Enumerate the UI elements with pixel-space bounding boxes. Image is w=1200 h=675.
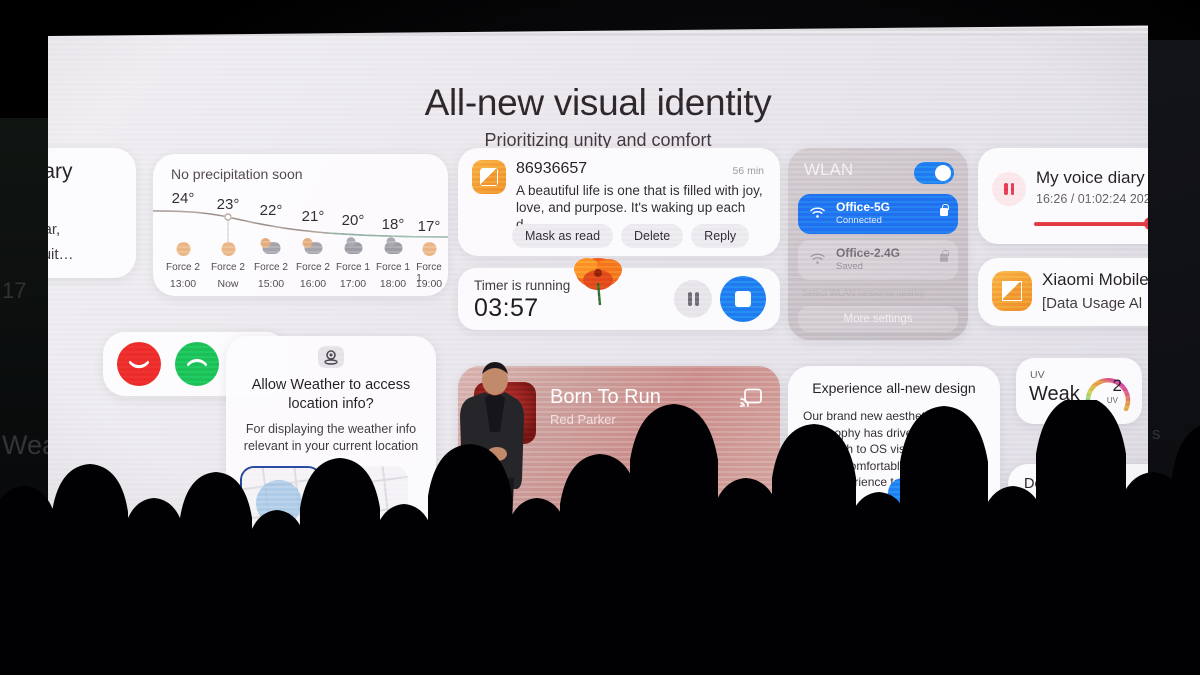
wind-force: Force 2 [211,262,245,273]
wlan-network-name: Office-5G [836,200,891,214]
forecast-time: 19:00 [415,278,443,290]
more-settings-label: More settings [843,313,913,325]
accept-handset-glyph [186,358,208,367]
xiaomi-mobile-title: Xiaomi Mobile [1042,270,1148,289]
wlan-title: WLAN [804,160,854,179]
weather-icon-sun [421,242,438,256]
temperature-curve [153,210,448,244]
weather-icon-cloud [344,242,363,255]
diary-line-3: feel quit… [48,246,74,263]
delete-button[interactable]: Delete [621,224,684,248]
message-timestamp: 56 min [732,165,764,177]
wlan-hint: Select WLAN networks nearby [802,288,925,298]
lock-icon [940,254,948,262]
uv-label: UV [1030,369,1045,381]
weather-icon-partly-cloudy [262,242,281,255]
phone-accept-icon[interactable] [175,342,219,386]
wind-force: Force 2 [254,262,288,273]
timer-status-label: Timer is running [474,278,571,293]
left-ghost-number: 17 [2,278,27,303]
forecast-time: Now [217,278,239,290]
wifi-icon [810,253,825,264]
voice-diary-card[interactable]: My voice diary 16:26 / 01:02:24 202 [978,148,1148,244]
wind-force-row: Force 2 Force 2 Force 2 Force 2 Force 1 Force… [153,262,448,284]
pin-glyph [324,350,338,365]
weather-icon-sun [175,242,192,256]
wlan-network-office-5g[interactable]: Office-5G Connected [798,194,958,234]
wlan-toggle[interactable] [914,162,954,184]
audience-silhouettes [0,400,1200,675]
more-settings-button[interactable]: More settings [798,306,958,332]
weather-icon-cloud [384,242,403,255]
lock-icon [940,208,948,216]
location-pin-icon [318,346,344,368]
wind-force: Force 1 [336,262,370,273]
presentation-photo: new s Weat 17 All-new visual identity Pr… [0,0,1200,675]
wifi-icon [810,207,825,218]
notes-app-icon [472,160,506,194]
diary-card[interactable]: d Diary sky is lly clear, feel quit… [48,148,136,278]
wlan-panel[interactable]: WLAN Office-5G Connected Office-2.4G Sav… [788,148,968,340]
reply-button[interactable]: Reply [691,224,750,248]
diary-title: d Diary [48,160,73,183]
timer-value: 03:57 [474,294,539,322]
wind-force: Force 2 [296,262,330,273]
message-actions: Mask as read Delete Reply [512,224,750,248]
weather-icon-sun [220,242,237,256]
mark-as-read-button[interactable]: Mask as read [512,224,614,248]
weather-icon-row [153,242,448,262]
weather-forecast-card[interactable]: No precipitation soon 24° 23° 22° 21° 20° 18°… [153,154,448,296]
diary-line-2: lly clear, [48,221,61,238]
forecast-time: 18:00 [379,278,407,290]
pause-icon[interactable] [992,172,1026,206]
forecast-time: 15:00 [257,278,285,290]
xiaomi-mobile-subtitle: [Data Usage Al [1042,295,1143,312]
voice-diary-title: My voice diary [1036,168,1145,187]
playback-slider-track[interactable] [1034,222,1148,226]
wlan-network-name: Office-2.4G [836,246,901,260]
forecast-time: 16:00 [299,278,327,290]
message-sender: 86936657 [516,160,588,177]
stop-icon[interactable] [720,276,766,322]
voice-diary-meta: 16:26 / 01:02:24 202 [1036,192,1148,206]
forecast-time: 13:00 [169,278,197,290]
experience-dialog-title: Experience all-new design [812,380,976,396]
decline-handset-glyph [128,360,150,369]
wind-force: Force 2 [166,262,200,273]
wind-force: Force 1 [376,262,410,273]
phone-decline-icon[interactable] [117,342,161,386]
xiaomi-mobile-card[interactable]: Xiaomi Mobile [Data Usage Al [978,258,1148,326]
forecast-time-row: 13:00 Now 15:00 16:00 17:00 18:00 19:00 [153,278,448,292]
wlan-network-office-24g[interactable]: Office-2.4G Saved [798,240,958,280]
playback-slider-knob[interactable] [1144,217,1148,230]
uv-index-value: 2 [1112,376,1122,395]
message-notification-card[interactable]: 86936657 56 min A beautiful life is one … [458,148,780,256]
forecast-time: 17:00 [339,278,367,290]
weather-icon-partly-cloudy [304,242,323,255]
pause-icon[interactable] [674,280,712,318]
precipitation-status: No precipitation soon [171,166,303,182]
wlan-network-status: Connected [836,215,882,226]
slide-title: All-new visual identity [424,82,772,123]
wlan-network-status: Saved [836,261,863,272]
notes-app-icon [992,271,1032,311]
